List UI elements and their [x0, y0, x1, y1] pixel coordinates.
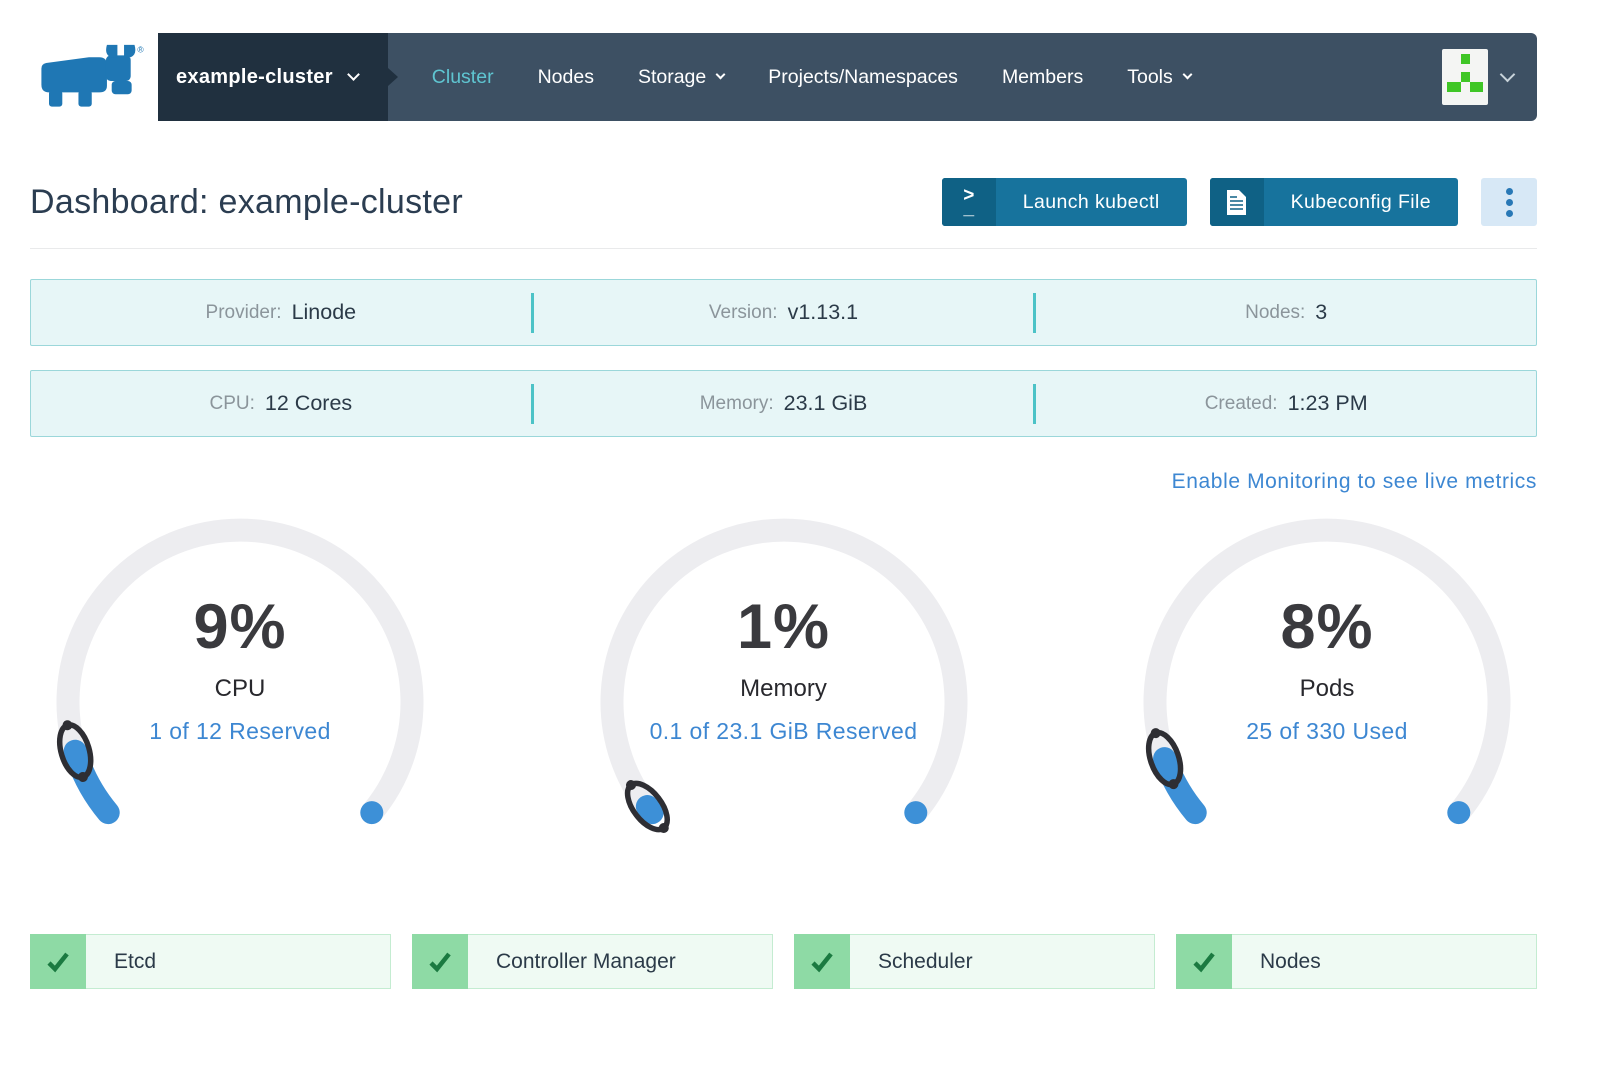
pods-label: Pods [1299, 675, 1355, 702]
cluster-info-row-1: Provider: Linode Version: v1.13.1 Nodes:… [30, 279, 1537, 346]
top-bar: ® example-cluster Cluster Nodes Storage … [0, 33, 1600, 121]
launch-kubectl-label: Launch kubectl [1022, 190, 1160, 213]
header-divider [30, 248, 1537, 249]
nav-item-projects-namespaces[interactable]: Projects/Namespaces [768, 66, 958, 89]
info-created: Created: 1:23 PM [1204, 391, 1368, 415]
cluster-info-row-2: CPU: 12 Cores Memory: 23.1 GiB Created: … [30, 370, 1537, 437]
header-actions: > _ Launch kubectl Kubeconfig File [941, 178, 1537, 226]
info-cpu: CPU: 12 Cores [209, 391, 353, 415]
kubeconfig-file-label: Kubeconfig File [1290, 190, 1431, 213]
status-etcd: Etcd [30, 934, 391, 989]
kebab-dot [1505, 209, 1513, 217]
monitoring-link-row: Enable Monitoring to see live metrics [30, 470, 1537, 494]
memory-gauge-text: 1% Memory 0.1 of 23.1 GiB Reserved [574, 591, 994, 745]
component-status-row: Etcd Controller Manager Scheduler Nodes [30, 934, 1537, 989]
status-label: Nodes [1232, 934, 1537, 989]
cpu-gauge: 9% CPU 1 of 12 Reserved [30, 497, 450, 897]
info-version: Version: v1.13.1 [708, 300, 859, 324]
kebab-dot [1505, 187, 1513, 195]
pods-percent: 8% [1280, 592, 1374, 662]
nav-list: Cluster Nodes Storage Projects/Namespace… [432, 66, 1193, 89]
nav-item-cluster[interactable]: Cluster [432, 66, 494, 89]
status-scheduler: Scheduler [794, 934, 1155, 989]
chevron-down-icon[interactable] [1499, 66, 1516, 83]
gauge-row: 9% CPU 1 of 12 Reserved 1% Memory 0.1 of… [30, 497, 1537, 897]
check-icon [412, 934, 468, 989]
user-avatar[interactable] [1442, 49, 1488, 105]
nav-item-tools[interactable]: Tools [1127, 66, 1193, 89]
status-controller-manager: Controller Manager [412, 934, 773, 989]
cluster-selector-label: example-cluster [176, 65, 333, 88]
nav-item-storage[interactable]: Storage [638, 66, 726, 89]
more-actions-kebab-button[interactable] [1481, 178, 1537, 226]
terminal-prompt-icon: > _ [941, 178, 996, 226]
cluster-selector-dropdown[interactable]: example-cluster [158, 33, 398, 121]
user-menu[interactable] [1442, 49, 1516, 105]
rancher-logo: ® [41, 44, 144, 107]
main-navbar: example-cluster Cluster Nodes Storage Pr… [158, 33, 1537, 121]
enable-monitoring-link[interactable]: Enable Monitoring to see live metrics [1172, 470, 1537, 493]
cpu-percent: 9% [193, 592, 287, 662]
cpu-detail: 1 of 12 Reserved [149, 718, 331, 744]
memory-label: Memory [740, 675, 827, 702]
file-document-icon [1209, 178, 1264, 226]
check-icon [794, 934, 850, 989]
kubeconfig-file-button[interactable]: Kubeconfig File [1209, 178, 1458, 226]
kebab-dot [1505, 198, 1513, 206]
memory-percent: 1% [736, 592, 831, 662]
page-header: Dashboard: example-cluster > _ Launch ku… [30, 178, 1537, 226]
cpu-label: CPU [214, 675, 266, 702]
nav-item-members[interactable]: Members [1002, 66, 1083, 89]
chevron-down-icon [715, 69, 726, 80]
status-label: Etcd [86, 934, 391, 989]
info-memory: Memory: 23.1 GiB [699, 391, 868, 415]
pods-detail: 25 of 330 Used [1246, 718, 1408, 744]
pods-gauge-text: 8% Pods 25 of 330 Used [1117, 591, 1537, 745]
chevron-down-icon [1182, 69, 1193, 80]
cpu-gauge-text: 9% CPU 1 of 12 Reserved [30, 591, 450, 745]
status-label: Scheduler [850, 934, 1155, 989]
memory-gauge: 1% Memory 0.1 of 23.1 GiB Reserved [574, 497, 994, 897]
status-nodes: Nodes [1176, 934, 1537, 989]
launch-kubectl-button[interactable]: > _ Launch kubectl [941, 178, 1187, 226]
chevron-down-icon [346, 68, 360, 81]
info-provider: Provider: Linode [205, 300, 357, 324]
memory-detail: 0.1 of 23.1 GiB Reserved [649, 718, 918, 744]
pods-gauge: 8% Pods 25 of 330 Used [1117, 497, 1537, 897]
svg-text:®: ® [137, 44, 144, 54]
nav-item-nodes[interactable]: Nodes [538, 66, 594, 89]
page-title: Dashboard: example-cluster [30, 182, 463, 221]
check-icon [30, 934, 86, 989]
status-label: Controller Manager [468, 934, 773, 989]
check-icon [1176, 934, 1232, 989]
info-nodes: Nodes: 3 [1245, 300, 1328, 324]
